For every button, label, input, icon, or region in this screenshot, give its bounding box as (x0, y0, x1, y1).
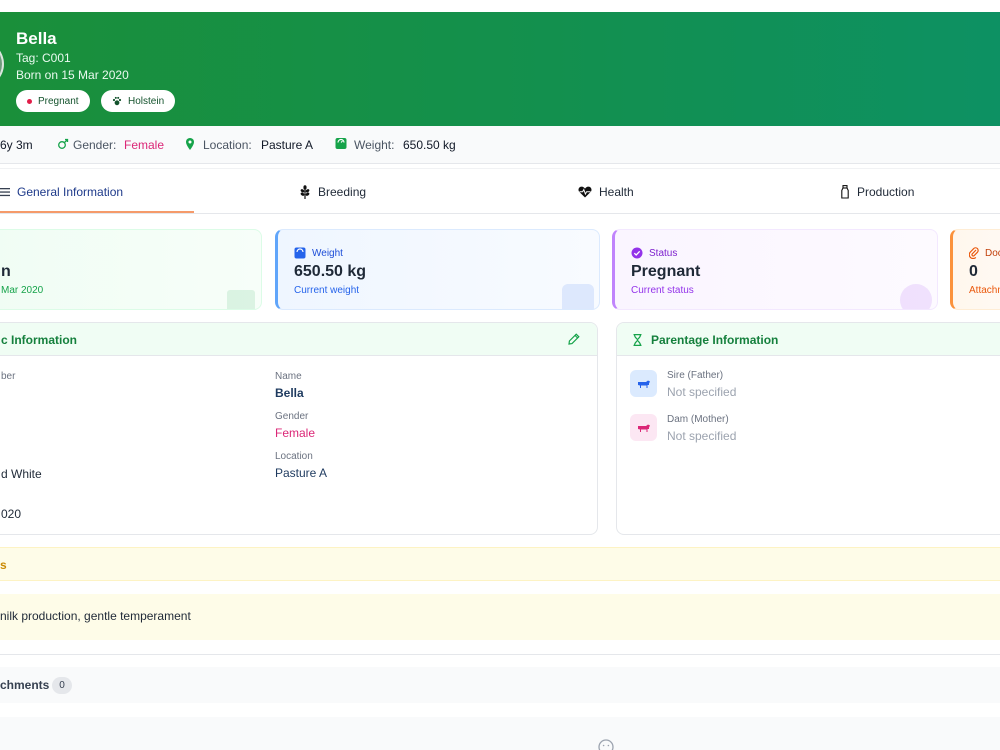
tab-bar: General Information Breeding Health Prod… (0, 168, 1000, 214)
dot-icon (27, 98, 32, 104)
weight-scale-watermark-icon (562, 284, 594, 309)
empty-state-icon (598, 739, 614, 750)
dam-value: Not specified (667, 429, 737, 443)
divider (0, 654, 1000, 655)
edit-pencil-icon[interactable] (568, 333, 580, 345)
weight-label: Weight: (354, 138, 395, 152)
paw-icon (112, 96, 122, 106)
gender-label: Gender: (73, 138, 117, 152)
calendar-watermark-icon (227, 290, 255, 309)
attachments-count-badge: 0 (52, 677, 72, 694)
tab-label: General Information (17, 184, 124, 199)
field-value: d White (1, 467, 42, 481)
weight-scale-icon (294, 247, 306, 259)
animal-name: Bella (16, 29, 57, 48)
notes-body: nilk production, gentle temperament (0, 594, 1000, 640)
gender-label: Gender (275, 411, 309, 422)
tab-label: Production (857, 184, 915, 199)
check-circle-watermark-icon (900, 284, 932, 309)
location-label: Location (275, 451, 313, 462)
name-value: Bella (275, 386, 304, 400)
location-value: Pasture A (261, 138, 314, 152)
badge-breed: Holstein (101, 90, 176, 112)
tab-label: Health (599, 184, 634, 199)
field-label: ber (1, 371, 16, 382)
notes-text: nilk production, gentle temperament (0, 609, 191, 623)
weight-value: 650.50 kg (403, 138, 456, 152)
stat-value: 0 (969, 263, 978, 280)
location-value: Pasture A (275, 466, 328, 480)
stat-sub: Attachm (969, 285, 1000, 296)
panel-title: Parentage Information (651, 333, 779, 347)
milk-bottle-icon (841, 184, 849, 199)
animal-avatar (0, 40, 4, 88)
stat-value: n (1, 263, 11, 280)
animal-meta-bar: 6y 3m Gender: Female Location: Pasture A… (0, 126, 1000, 164)
paperclip-icon (969, 247, 979, 259)
tab-label: Breeding (318, 184, 367, 199)
basic-information-panel: c Information ber d White 020 Name Bella… (0, 322, 598, 535)
animal-header: Bella Tag: C001 Born on 15 Mar 2020 Preg… (0, 12, 1000, 126)
tab-health[interactable]: Health (578, 169, 634, 214)
stat-value: Pregnant (631, 263, 701, 280)
tab-general-information[interactable]: General Information (0, 169, 123, 214)
wheat-icon (300, 184, 310, 199)
notes-header: s (0, 547, 1000, 581)
badge-label: Pregnant (38, 95, 79, 107)
sire-label: Sire (Father) (667, 370, 724, 381)
sire-value: Not specified (667, 385, 737, 399)
check-circle-icon (631, 247, 643, 259)
panel-header: Parentage Information (617, 323, 1000, 356)
gender-icon (58, 138, 69, 149)
animal-birth-date: Born on 15 Mar 2020 (16, 68, 129, 82)
list-icon (0, 187, 10, 196)
stat-card-weight: Weight 650.50 kg Current weight (275, 229, 600, 310)
badge-label: Holstein (128, 95, 165, 107)
attachments-title: chments (0, 678, 50, 692)
name-label: Name (275, 371, 302, 382)
badge-pregnant: Pregnant (16, 90, 90, 112)
stat-sub: Mar 2020 (1, 285, 44, 296)
age-value: 6y 3m (0, 138, 33, 152)
location-label: Location: (203, 138, 252, 152)
parentage-information-panel: Parentage Information Sire (Father) Not … (616, 322, 1000, 535)
tab-breeding[interactable]: Breeding (299, 169, 366, 214)
field-value: 020 (1, 507, 22, 521)
stat-sub: Current weight (294, 285, 360, 296)
panel-header: c Information (0, 323, 597, 356)
animal-tag: Tag: C001 (16, 51, 71, 65)
stat-value: 650.50 kg (294, 263, 367, 280)
stat-sub: Current status (631, 285, 694, 296)
stat-label: Weight (312, 247, 343, 259)
dam-avatar (630, 414, 657, 441)
sire-avatar (630, 370, 657, 397)
stat-card-birth: n Mar 2020 (0, 229, 262, 310)
tab-active-indicator (0, 211, 194, 213)
hourglass-icon (633, 334, 642, 346)
gender-value: Female (275, 426, 316, 440)
stat-label: Doc (985, 247, 1000, 259)
cow-icon (637, 424, 650, 432)
location-pin-icon (186, 138, 194, 150)
panel-title: c Information (1, 333, 78, 347)
heart-pulse-icon (578, 186, 592, 197)
cow-icon (637, 380, 650, 388)
stat-label: Status (649, 247, 678, 259)
dam-label: Dam (Mother) (667, 414, 729, 425)
attachments-empty-state (0, 717, 1000, 750)
stat-card-status: Status Pregnant Current status (612, 229, 938, 310)
attachments-header[interactable]: chments 0 (0, 667, 1000, 703)
gender-value: Female (124, 138, 165, 152)
stat-card-documents: Doc 0 Attachm (950, 229, 1000, 310)
weight-scale-icon (335, 138, 347, 149)
notes-title: s (0, 558, 7, 572)
tab-production[interactable]: Production (840, 169, 914, 214)
